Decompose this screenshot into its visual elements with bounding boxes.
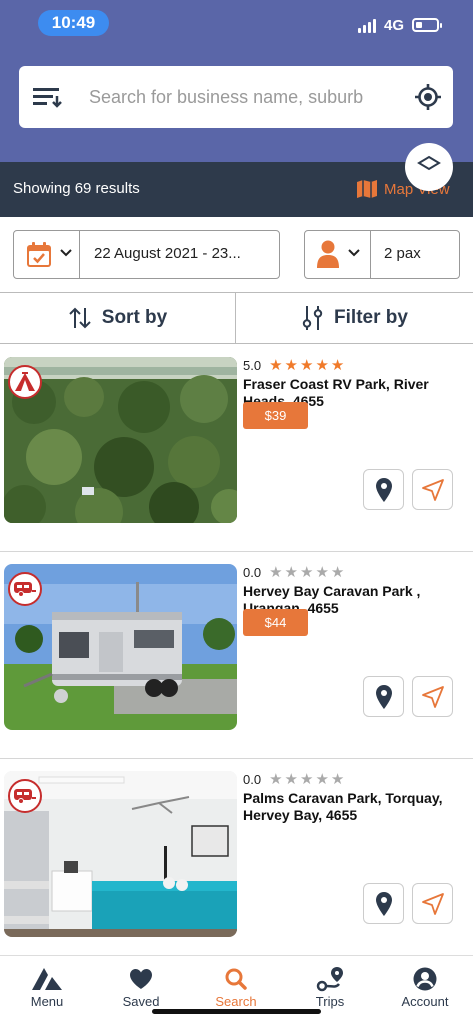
listing-card[interactable]: 5.0 ★ ★ ★ ★ ★ Fraser Coast RV Park, River He…: [0, 345, 473, 552]
booking-row: 22 August 2021 - 23... 2 pax: [0, 217, 473, 292]
calendar-dropdown[interactable]: [14, 231, 80, 278]
tab-label: Account: [401, 994, 449, 1009]
location-pin-icon: [375, 477, 392, 502]
show-on-map-button[interactable]: [363, 469, 404, 510]
sort-button[interactable]: Sort by: [0, 293, 236, 343]
date-range-picker[interactable]: 22 August 2021 - 23...: [13, 230, 280, 279]
map-icon: [357, 180, 377, 198]
tab-search[interactable]: Search: [189, 964, 283, 1009]
filter-label: Filter by: [334, 307, 408, 328]
rating: 0.0 ★ ★ ★ ★ ★: [243, 565, 344, 580]
person-icon: [317, 240, 339, 268]
heart-icon: [130, 969, 152, 989]
star-icon: ★: [269, 564, 283, 581]
home-indicator[interactable]: [152, 1009, 321, 1014]
star-icon: ★: [315, 357, 329, 374]
show-on-map-button[interactable]: [363, 676, 404, 717]
star-icon: ★: [299, 564, 314, 581]
directions-button[interactable]: [412, 469, 453, 510]
rating: 5.0 ★ ★ ★ ★ ★: [243, 358, 344, 373]
menu-logo-icon: [32, 968, 62, 990]
directions-button[interactable]: [412, 883, 453, 924]
date-range-value: 22 August 2021 - 23...: [94, 245, 241, 262]
price-badge: $44: [243, 609, 308, 636]
rating: 0.0 ★ ★ ★ ★ ★: [243, 772, 344, 787]
star-icon: ★: [284, 357, 298, 374]
star-icon: ★: [330, 771, 345, 788]
star-icon: ★: [284, 564, 298, 581]
route-icon: [316, 967, 343, 992]
chevron-down-icon: [348, 249, 360, 257]
listing-name[interactable]: Palms Caravan Park, Torquay, Hervey Bay,…: [243, 790, 458, 824]
tab-label: Saved: [122, 994, 160, 1009]
star-icon: ★: [299, 357, 314, 374]
tab-label: Trips: [315, 994, 345, 1009]
caravan-icon: [8, 779, 42, 813]
listing-card[interactable]: 0.0 ★ ★ ★ ★ ★ Hervey Bay Caravan Park , Uran…: [0, 552, 473, 759]
star-icon: ★: [330, 564, 345, 581]
listing-card[interactable]: 0.0 ★ ★ ★ ★ ★ Palms Caravan Park, Torquay, H…: [0, 759, 473, 966]
sort-lines-icon[interactable]: [33, 86, 65, 108]
caravan-icon: [8, 572, 42, 606]
status-bar: 10:49 4G: [0, 0, 473, 50]
tab-account[interactable]: Account: [378, 964, 472, 1009]
rating-value: 0.0: [243, 772, 262, 787]
rating-value: 5.0: [243, 358, 262, 373]
network-type: 4G: [384, 17, 405, 34]
tab-label: Search: [215, 994, 257, 1009]
star-rating: ★ ★ ★ ★ ★: [269, 565, 344, 580]
location-pin-icon: [375, 684, 392, 709]
navigation-arrow-icon: [421, 685, 444, 708]
results-bar: Showing 69 results Map View: [0, 162, 473, 217]
star-icon: ★: [330, 357, 345, 374]
sort-arrows-icon: [69, 307, 91, 329]
tab-trips[interactable]: Trips: [283, 964, 377, 1009]
sort-filter-bar: Sort by Filter by: [0, 292, 473, 344]
layers-icon: [417, 155, 441, 171]
locate-me-icon[interactable]: [415, 84, 441, 110]
search-icon: [225, 968, 247, 990]
tent-icon: [8, 365, 42, 399]
navigation-arrow-icon: [421, 892, 444, 915]
status-time: 10:49: [38, 10, 109, 36]
location-pin-icon: [375, 891, 392, 916]
star-icon: ★: [269, 357, 283, 374]
sort-label: Sort by: [101, 307, 168, 328]
pax-value: 2 pax: [384, 245, 421, 262]
star-icon: ★: [315, 771, 329, 788]
price-badge: $39: [243, 402, 308, 429]
results-count: Showing 69 results: [13, 180, 140, 197]
show-on-map-button[interactable]: [363, 883, 404, 924]
star-icon: ★: [299, 771, 314, 788]
filter-sliders-icon: [302, 306, 323, 330]
signal-icon: [358, 19, 376, 33]
directions-button[interactable]: [412, 676, 453, 717]
search-bar: [19, 66, 453, 128]
star-rating: ★ ★ ★ ★ ★: [269, 358, 344, 373]
search-input[interactable]: [89, 80, 389, 114]
star-icon: ★: [315, 564, 329, 581]
filter-button[interactable]: Filter by: [237, 293, 473, 343]
star-icon: ★: [269, 771, 283, 788]
chevron-down-icon: [60, 249, 72, 257]
tab-menu[interactable]: Menu: [0, 964, 94, 1009]
navigation-arrow-icon: [421, 478, 444, 501]
calendar-icon: [27, 242, 51, 267]
star-rating: ★ ★ ★ ★ ★: [269, 772, 344, 787]
account-icon: [413, 967, 437, 991]
map-layers-button[interactable]: [405, 143, 453, 191]
star-icon: ★: [284, 771, 298, 788]
pax-dropdown[interactable]: [305, 231, 371, 278]
rating-value: 0.0: [243, 565, 262, 580]
tab-saved[interactable]: Saved: [94, 964, 188, 1009]
pax-picker[interactable]: 2 pax: [304, 230, 460, 279]
battery-icon: [412, 18, 442, 32]
tab-label: Menu: [30, 994, 64, 1009]
